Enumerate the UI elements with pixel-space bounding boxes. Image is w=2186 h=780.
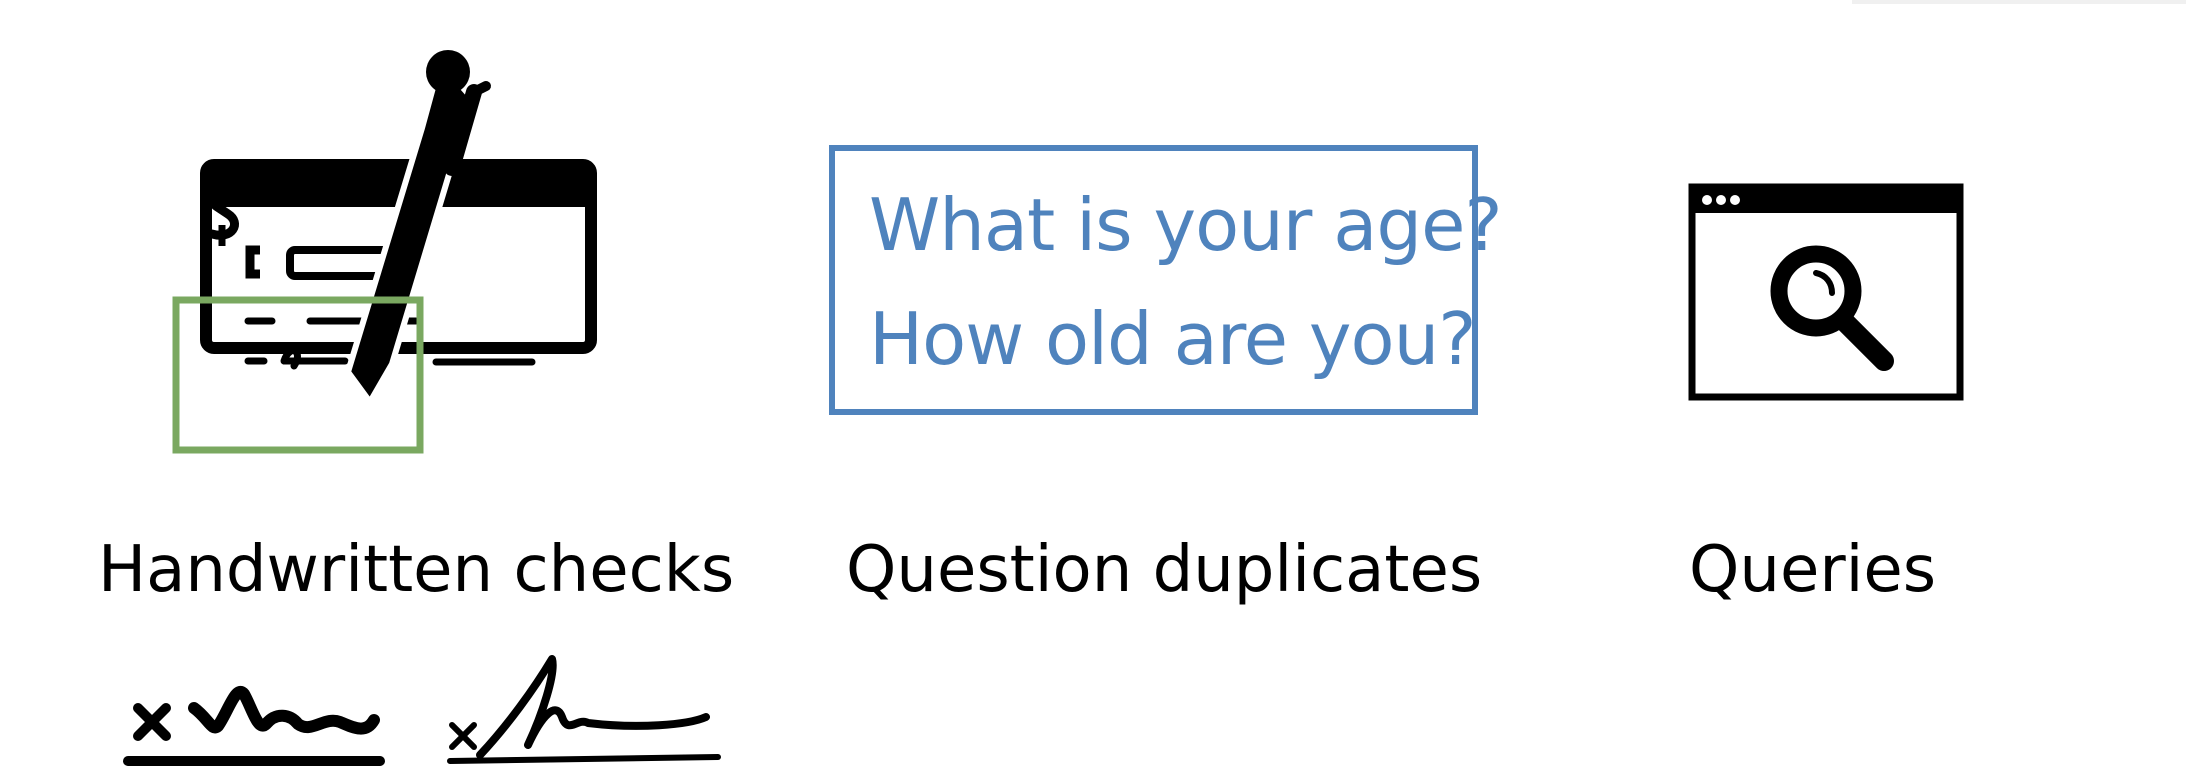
signature-icon [447, 655, 721, 764]
question-text: How old are you? [869, 297, 1476, 381]
caption-question-duplicates: Question duplicates [846, 533, 1483, 607]
top-edge-strip [1852, 0, 2186, 4]
magnifier-icon [1770, 245, 1894, 371]
signature-two [447, 655, 721, 764]
signature-icon [123, 685, 385, 766]
browser-window-icon [1688, 183, 1964, 401]
caption-handwritten-checks: Handwritten checks [98, 533, 735, 607]
caption-queries: Queries [1689, 533, 1937, 607]
signature-one [123, 685, 385, 766]
question-duplicates-box: What is your age? How old are you? [829, 145, 1503, 415]
handwriting-highlight-box [172, 296, 424, 454]
question-text: What is your age? [869, 183, 1503, 267]
